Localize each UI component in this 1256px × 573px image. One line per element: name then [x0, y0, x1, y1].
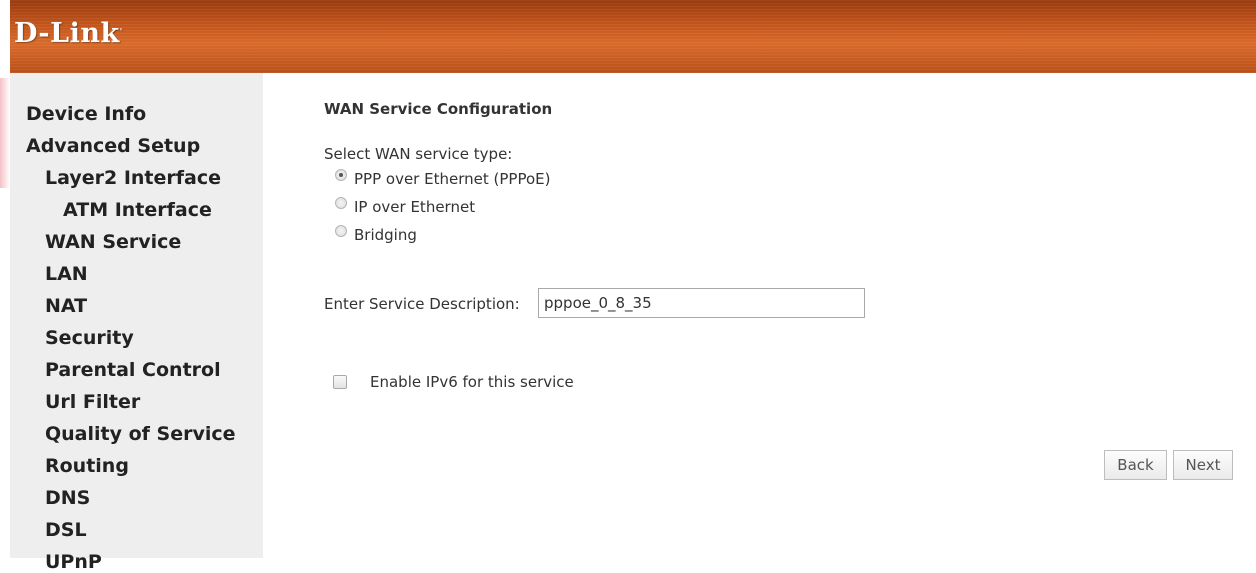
sidebar-item-dns[interactable]: DNS — [45, 487, 90, 509]
radio-bridging[interactable] — [335, 225, 347, 237]
enable-ipv6-checkbox[interactable] — [333, 375, 347, 389]
header-banner: D-Link' — [10, 0, 1256, 73]
sidebar-item-wan-service[interactable]: WAN Service — [45, 231, 181, 253]
next-button[interactable]: Next — [1173, 450, 1233, 480]
dlink-logo: D-Link' — [14, 18, 123, 49]
radio-pppoe[interactable] — [335, 169, 347, 181]
logo-text: D-Link — [14, 18, 120, 49]
sidebar-item-upnp[interactable]: UPnP — [45, 551, 102, 573]
sidebar-item-dsl[interactable]: DSL — [45, 519, 87, 541]
enable-ipv6-label: Enable IPv6 for this service — [370, 373, 574, 391]
sidebar-item-device-info[interactable]: Device Info — [26, 103, 146, 125]
logo-mark: ' — [119, 26, 123, 36]
sidebar-item-url-filter[interactable]: Url Filter — [45, 391, 140, 413]
service-description-label: Enter Service Description: — [324, 295, 520, 313]
sidebar-item-quality-of-service[interactable]: Quality of Service — [45, 423, 236, 445]
radio-bridging-label: Bridging — [354, 226, 417, 244]
radio-ipoe-label: IP over Ethernet — [354, 198, 476, 216]
sidebar-item-security[interactable]: Security — [45, 327, 134, 349]
service-description-input[interactable]: pppoe_0_8_35 — [538, 288, 865, 318]
page-title: WAN Service Configuration — [324, 100, 553, 118]
sidebar-item-lan[interactable]: LAN — [45, 263, 88, 285]
radio-pppoe-label: PPP over Ethernet (PPPoE) — [354, 170, 551, 188]
main-content: WAN Service Configuration Select WAN ser… — [263, 73, 1256, 558]
sidebar-item-layer2-interface[interactable]: Layer2 Interface — [45, 167, 221, 189]
left-edge-stripe — [0, 0, 10, 558]
service-type-label: Select WAN service type: — [324, 145, 513, 163]
sidebar-item-nat[interactable]: NAT — [45, 295, 87, 317]
radio-ipoe[interactable] — [335, 197, 347, 209]
back-button[interactable]: Back — [1104, 450, 1167, 480]
sidebar-item-atm-interface[interactable]: ATM Interface — [63, 199, 212, 221]
left-edge-accent — [0, 78, 10, 188]
sidebar-item-routing[interactable]: Routing — [45, 455, 129, 477]
sidebar-item-parental-control[interactable]: Parental Control — [45, 359, 221, 381]
sidebar: Device Info Advanced Setup Layer2 Interf… — [10, 73, 263, 573]
sidebar-item-advanced-setup[interactable]: Advanced Setup — [26, 135, 200, 157]
